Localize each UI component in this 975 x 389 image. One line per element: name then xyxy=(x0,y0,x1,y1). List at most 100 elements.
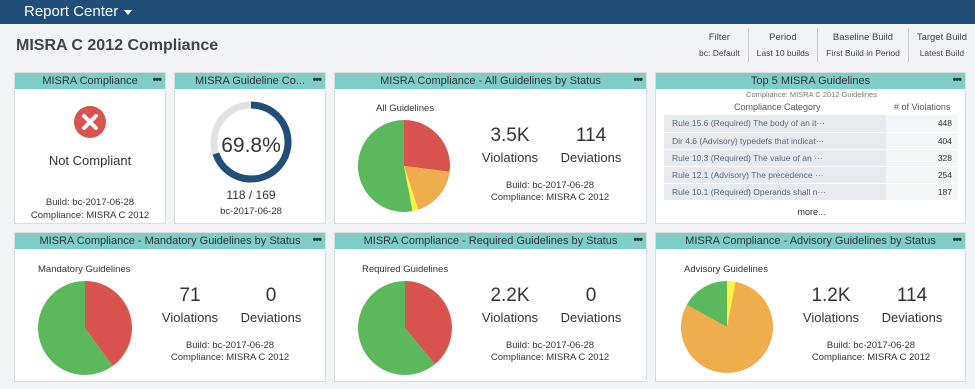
panel-title: MISRA Compliance - All Guidelines by Sta… xyxy=(380,75,601,87)
violations-label: Violations xyxy=(481,150,539,165)
panel-header: MISRA Compliance - Required Guidelines b… xyxy=(335,233,646,249)
filter-value: Latest Build xyxy=(919,48,965,58)
more-options-icon[interactable]: ••• xyxy=(152,73,162,87)
panel-header: MISRA Compliance ••• xyxy=(15,73,165,89)
panel-title: MISRA Compliance - Mandatory Guidelines … xyxy=(39,235,301,247)
build-info: Build: bc-2017-06-28 xyxy=(185,340,275,351)
more-options-icon[interactable]: ••• xyxy=(633,233,643,247)
mandatory-guidelines-pie-chart xyxy=(37,281,132,375)
rule-cell: Rule 15.6 (Required) The body of an it··… xyxy=(664,115,886,133)
filter-period[interactable]: Period Last 10 builds xyxy=(749,28,819,62)
panel-header: MISRA Compliance - All Guidelines by Sta… xyxy=(335,73,646,89)
misra-compliance-panel: MISRA Compliance ••• Not Compliant Build… xyxy=(14,72,166,224)
more-options-icon[interactable]: ••• xyxy=(952,233,962,247)
mandatory-guidelines-panel: MISRA Compliance - Mandatory Guidelines … xyxy=(14,232,326,382)
violations-label: Violations xyxy=(481,310,539,325)
panel-title: MISRA Guideline Co... xyxy=(194,75,306,87)
deviations-count: 114 xyxy=(896,285,928,306)
deviations-count: 0 xyxy=(585,285,597,306)
col-compliance-category: Compliance Category xyxy=(734,102,821,112)
all-guidelines-pie-chart xyxy=(358,120,450,212)
filter-value: Last 10 builds xyxy=(756,48,810,58)
more-options-icon[interactable]: ••• xyxy=(312,73,322,87)
misra-guideline-compliance-panel: MISRA Guideline Co... ••• 69.8% 118 / 16… xyxy=(174,72,326,224)
deviations-label: Deviations xyxy=(881,310,943,325)
panel-title: MISRA Compliance - Advisory Guidelines b… xyxy=(685,235,936,247)
violations-cell: 328 xyxy=(886,149,958,167)
page-title: MISRA C 2012 Compliance xyxy=(16,37,219,54)
top-bar: Report Center xyxy=(0,0,975,24)
table-row[interactable]: Rule 12.1 (Advisory) The precedence ··· 2… xyxy=(664,166,958,184)
violations-count: 3.5K xyxy=(490,125,530,146)
rule-cell: Rule 12.1 (Advisory) The precedence ··· xyxy=(664,166,886,184)
chart-title: Mandatory Guidelines xyxy=(38,264,131,275)
filter-value: bc: Default xyxy=(699,48,740,58)
deviations-count: 114 xyxy=(575,125,607,146)
table-row[interactable]: Rule 10.1 (Required) Operands shall n···… xyxy=(664,183,958,201)
compliance-info: Compliance: MISRA C 2012 xyxy=(170,352,290,363)
top5-guidelines-panel: Top 5 MISRA Guidelines ••• Compliance: M… xyxy=(655,72,966,224)
all-guidelines-panel: MISRA Compliance - All Guidelines by Sta… xyxy=(334,72,647,224)
compliance-info: Compliance: MISRA C 2012 xyxy=(811,352,931,363)
table-row[interactable]: Rule 10.3 (Required) The value of an ···… xyxy=(664,149,958,167)
build-info: Build: bc-2017-06-28 xyxy=(505,180,595,191)
filter-target-build[interactable]: Target Build Latest Build xyxy=(909,28,967,62)
table-row[interactable]: Rule 15.6 (Required) The body of an it··… xyxy=(664,115,958,133)
chart-title: Required Guidelines xyxy=(362,264,449,275)
rule-cell: Rule 10.3 (Required) The value of an ··· xyxy=(664,149,886,167)
pie-slice-violations[interactable] xyxy=(404,120,450,172)
report-center-menu[interactable]: Report Center xyxy=(24,3,133,20)
gauge-percent: 69.8% xyxy=(221,134,281,157)
filter-label: Baseline Build xyxy=(832,32,894,43)
deviations-label: Deviations xyxy=(240,310,302,325)
compliance-status: Not Compliant xyxy=(48,153,132,168)
build-info: bc-2017-06-28 xyxy=(220,206,282,217)
panel-header: MISRA Guideline Co... ••• xyxy=(175,73,325,89)
filter-baseline-build[interactable]: Baseline Build First Build in Period xyxy=(818,28,909,62)
rule-cell: Dir 4.6 (Advisory) typedefs that indicat… xyxy=(664,132,886,150)
guideline-ratio: 118 / 169 xyxy=(226,188,276,202)
panel-header: MISRA Compliance - Mandatory Guidelines … xyxy=(15,233,325,249)
col-num-violations: # of Violations xyxy=(894,102,951,112)
advisory-guidelines-panel: MISRA Compliance - Advisory Guidelines b… xyxy=(655,232,966,382)
more-options-icon[interactable]: ••• xyxy=(633,73,643,87)
rule-cell: Rule 10.1 (Required) Operands shall n··· xyxy=(664,183,886,201)
chart-title: Advisory Guidelines xyxy=(684,264,768,275)
filter-bar: Filter bc: Default Period Last 10 builds… xyxy=(691,28,967,62)
table-row[interactable]: Dir 4.6 (Advisory) typedefs that indicat… xyxy=(664,132,958,150)
deviations-count: 0 xyxy=(265,285,277,306)
filter-label: Filter xyxy=(708,32,730,43)
build-info: Build: bc-2017-06-28 xyxy=(45,197,135,208)
panel-title: MISRA Compliance xyxy=(42,75,138,87)
caret-down-icon xyxy=(124,9,133,15)
report-center-label: Report Center xyxy=(24,3,119,20)
more-link[interactable]: more... xyxy=(656,207,967,217)
filter-label: Target Build xyxy=(916,32,967,43)
violations-cell: 254 xyxy=(886,166,958,184)
compliance-info: Compliance: MISRA C 2012 xyxy=(490,352,610,363)
filter-value: First Build in Period xyxy=(826,48,900,58)
advisory-guidelines-pie-chart xyxy=(681,281,773,373)
required-guidelines-panel: MISRA Compliance - Required Guidelines b… xyxy=(334,232,647,382)
top5-table: Rule 15.6 (Required) The body of an it··… xyxy=(664,115,958,201)
more-options-icon[interactable]: ••• xyxy=(952,73,962,87)
more-options-icon[interactable]: ••• xyxy=(312,233,322,247)
violations-count: 71 xyxy=(179,285,201,306)
deviations-label: Deviations xyxy=(560,150,622,165)
violations-label: Violations xyxy=(161,310,219,325)
filter-filter[interactable]: Filter bc: Default xyxy=(691,28,749,62)
violations-count: 2.2K xyxy=(490,285,530,306)
deviations-label: Deviations xyxy=(560,310,622,325)
build-info: Build: bc-2017-06-28 xyxy=(826,340,916,351)
violations-cell: 404 xyxy=(886,132,958,150)
panel-title: Top 5 MISRA Guidelines xyxy=(750,75,871,87)
compliance-info: Compliance: MISRA C 2012 xyxy=(30,210,150,221)
compliance-info: Compliance: MISRA C 2012 xyxy=(490,192,610,203)
panel-title: MISRA Compliance - Required Guidelines b… xyxy=(363,235,618,247)
filter-label: Period xyxy=(769,32,797,43)
panel-header: Top 5 MISRA Guidelines ••• xyxy=(656,73,965,89)
violations-cell: 448 xyxy=(886,115,958,133)
panel-header: MISRA Compliance - Advisory Guidelines b… xyxy=(656,233,965,249)
violations-count: 1.2K xyxy=(811,285,851,306)
build-info: Build: bc-2017-06-28 xyxy=(505,340,595,351)
